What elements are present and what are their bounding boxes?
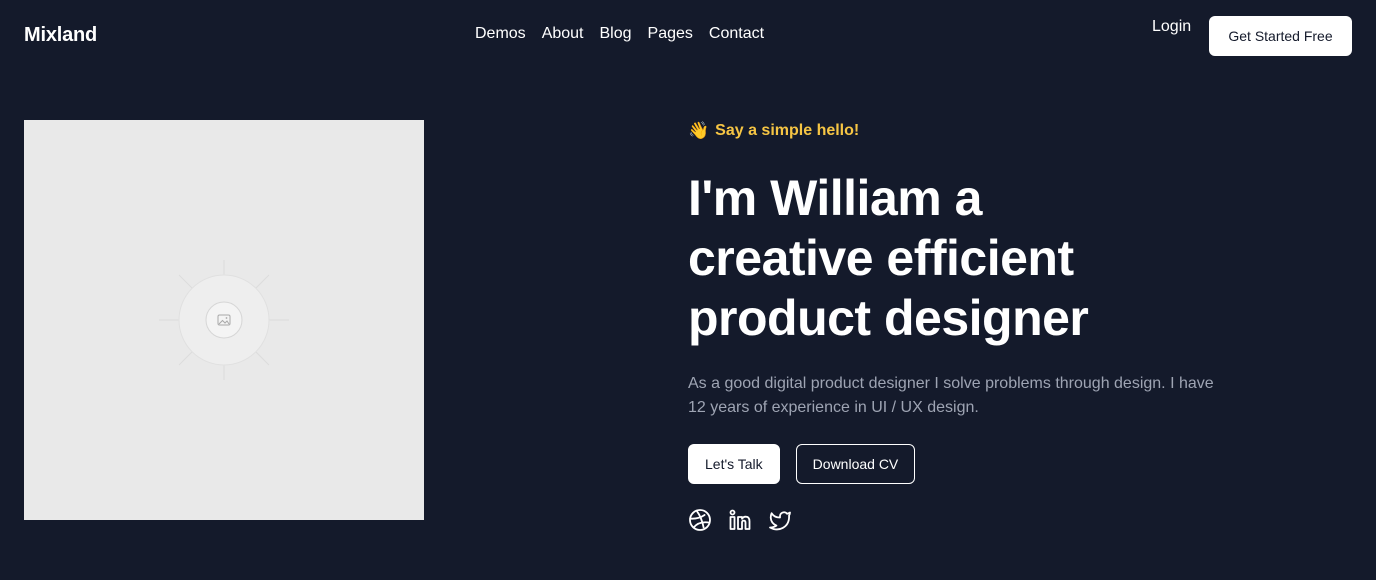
get-started-button[interactable]: Get Started Free [1209,16,1352,56]
hero-description: As a good digital product designer I sol… [688,375,1214,416]
nav-item-pages[interactable]: Pages [648,25,693,43]
linkedin-icon[interactable] [728,508,752,532]
nav-item-contact[interactable]: Contact [709,25,764,43]
headline-line-2: creative efficient [688,230,1074,286]
nav-item-about[interactable]: About [542,25,584,43]
headline-line-3: product designer [688,290,1089,346]
hero-image-placeholder [24,120,424,520]
download-cv-button[interactable]: Download CV [795,444,916,484]
nav-item-demos[interactable]: Demos [475,25,526,43]
headline-line-1: I'm William a [688,170,982,226]
hero-eyebrow: 👋 Say a simple hello! [688,121,859,141]
waving-hand-icon: 👋 [688,121,710,140]
main-nav: Demos About Blog Pages Contact [475,25,764,43]
hero-headline: I'm William a creative efficient product… [688,168,1288,348]
dribbble-icon[interactable] [688,508,712,532]
brand-logo[interactable]: Mixland [24,24,97,47]
lets-talk-button[interactable]: Let's Talk [688,444,780,484]
hero-actions: Let's Talk Download CV [688,444,916,484]
twitter-icon[interactable] [768,508,792,532]
eyebrow-text: Say a simple hello! [715,122,860,139]
social-links [688,508,792,532]
login-link[interactable]: Login [1152,18,1191,36]
nav-item-blog[interactable]: Blog [600,25,632,43]
image-placeholder-icon [159,260,289,380]
top-navigation: Mixland Demos About Blog Pages Contact L… [0,0,1376,72]
